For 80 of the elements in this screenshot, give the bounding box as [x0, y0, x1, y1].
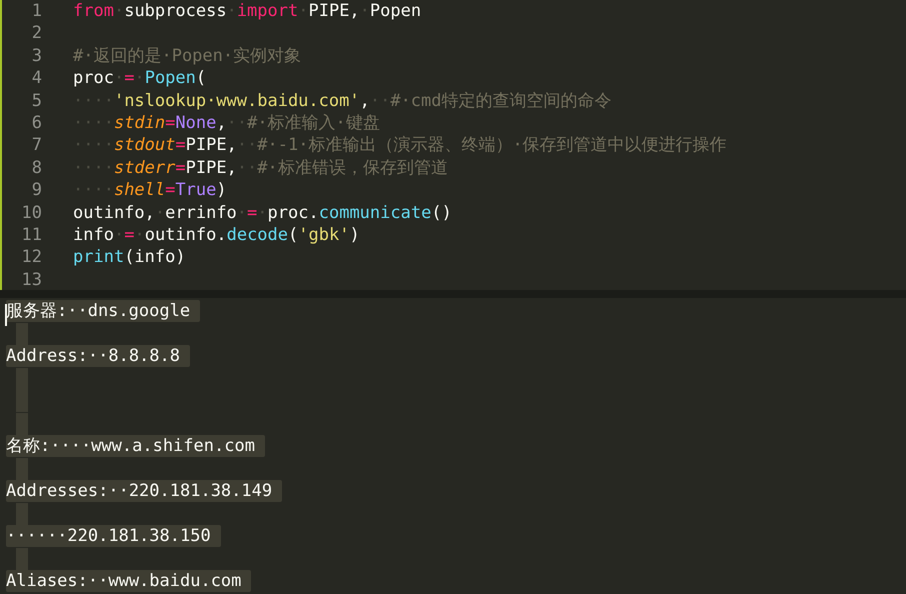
code-token: ·	[134, 68, 145, 88]
line-number: 3	[30, 44, 42, 68]
code-token: (	[196, 68, 206, 88]
code-token: ····	[73, 158, 114, 178]
code-token: (info)	[124, 247, 186, 268]
code-token: )	[216, 180, 227, 200]
line-number: 5	[30, 90, 42, 112]
code-token: =	[247, 202, 258, 223]
code-token: ·	[298, 1, 308, 21]
code-token: PIPE,	[308, 1, 360, 21]
code-token: info	[73, 224, 114, 245]
line-number: 12	[20, 246, 42, 269]
code-token: from	[73, 1, 114, 21]
code-token: stdin	[114, 112, 166, 133]
code-token: =	[165, 112, 176, 133]
code-token: True	[175, 180, 216, 200]
line-number: 10	[20, 202, 42, 224]
code-token: ·	[114, 1, 124, 21]
code-token: subprocess	[124, 1, 227, 21]
line-number: 1	[30, 0, 42, 22]
code-token: 'nslookup·www.baidu.com'	[114, 90, 360, 111]
code-token: proc	[73, 68, 114, 88]
code-token: ,	[360, 90, 370, 111]
code-token: #·cmd特定的查询空间的命令	[390, 90, 612, 111]
code-token: shell	[114, 180, 166, 200]
code-token: ··	[236, 158, 258, 178]
code-token: #·标准输入·键盘	[247, 112, 380, 133]
code-token: PIPE,	[186, 158, 237, 178]
text-cursor	[5, 304, 7, 326]
code-token: stdout	[114, 135, 176, 156]
code-token: outinfo,	[73, 202, 155, 223]
code-token: ·	[257, 202, 268, 223]
code-token: #·返回的是·Popen·实例对象	[73, 46, 302, 66]
code-token: ·	[236, 202, 248, 223]
code-token: (	[288, 224, 298, 245]
code-token: =	[165, 180, 176, 200]
line-number: 11	[20, 224, 42, 246]
code-token: Popen	[144, 68, 196, 88]
code-token: ·	[114, 68, 124, 88]
code-token: )	[349, 224, 360, 245]
line-number: 6	[30, 112, 42, 134]
code-token: None	[175, 112, 216, 133]
code-token: ·	[154, 202, 166, 223]
code-token: =	[124, 224, 134, 245]
code-token: #·标准错误，保存到管道	[257, 158, 448, 178]
code-token: ····	[73, 90, 114, 111]
code-token: PIPE,	[186, 135, 237, 156]
code-token: ·	[114, 224, 124, 245]
code-token: errinfo	[165, 202, 237, 223]
code-token: ·	[360, 1, 370, 21]
output-panel[interactable]: 服务器:··dns.google Address:··8.8.8.8 名称:····www.a.shifen.com Addresses:··220.181.38.149 ······220.181.38.150 Aliases:··www.baidu.com	[0, 298, 906, 594]
code-token: import	[236, 1, 298, 21]
line-number: 9	[30, 179, 42, 202]
code-token: stderr	[114, 158, 176, 178]
code-token: ··	[226, 112, 248, 133]
code-token: ··	[370, 90, 390, 111]
code-token: ····	[73, 180, 114, 200]
line-number: 4	[30, 67, 42, 90]
line-number: 7	[30, 134, 42, 157]
line-number: 13	[20, 268, 42, 292]
code-token: decode	[226, 224, 288, 245]
code-token: proc.	[268, 202, 319, 223]
code-token: Popen	[370, 1, 422, 21]
code-token: 'gbk'	[298, 224, 350, 245]
code-token: ····	[73, 135, 114, 156]
code-token: =	[175, 158, 186, 178]
code-token: communicate	[318, 202, 432, 223]
code-token: =	[175, 135, 186, 156]
line-number: 8	[30, 156, 42, 180]
code-token: ····	[73, 112, 114, 133]
code-token: =	[124, 68, 134, 88]
code-token: ··	[236, 135, 258, 156]
code-token: outinfo.	[144, 224, 227, 245]
code-token: #·-1·标准输出（演示器、终端）·保存到管道中以便进行操作	[257, 135, 727, 156]
code-token: ,	[216, 112, 227, 133]
line-number: 2	[30, 22, 42, 45]
code-token: ()	[431, 202, 452, 223]
code-token: ·	[226, 1, 237, 21]
code-token: print	[73, 247, 124, 268]
code-token: ·	[134, 224, 145, 245]
